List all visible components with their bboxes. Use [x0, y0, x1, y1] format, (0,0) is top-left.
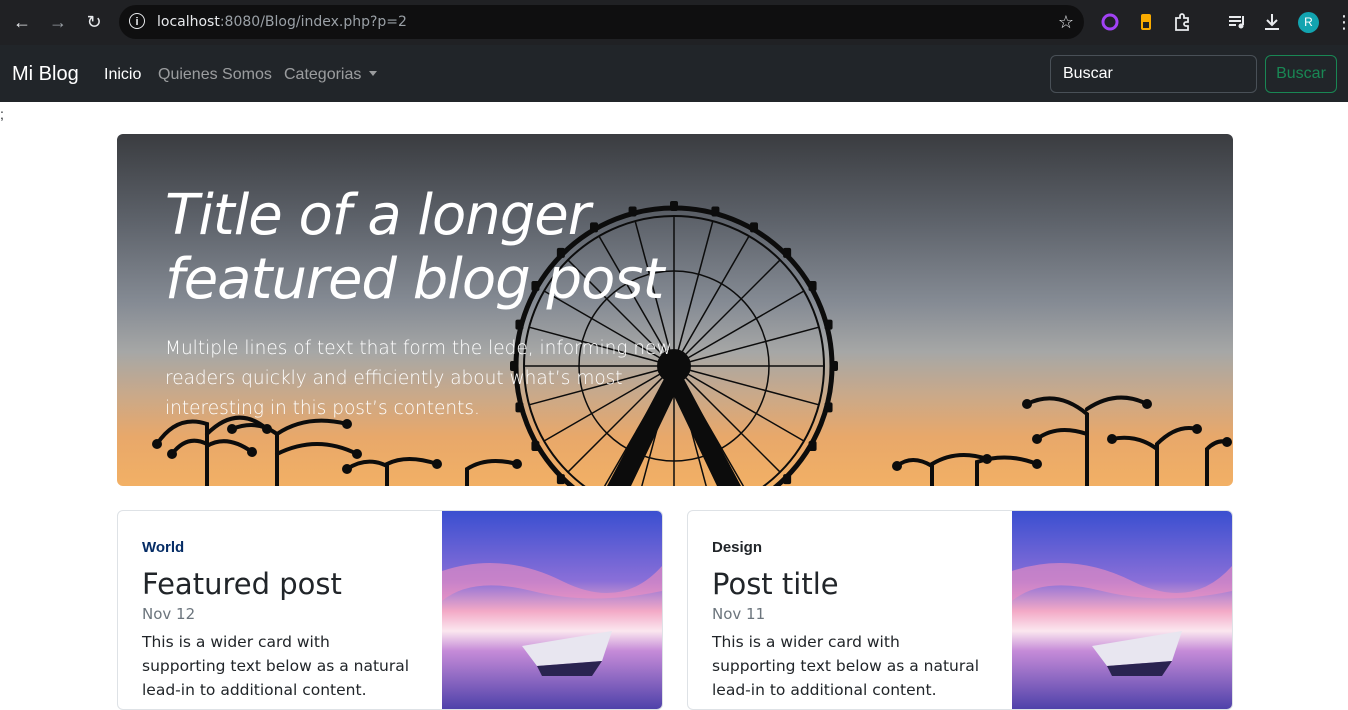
bookmark-star-icon[interactable]: ☆: [1058, 10, 1074, 34]
nav-dropdown-label: Categorias: [284, 66, 362, 83]
address-bar[interactable]: i localhost:8080/Blog/index.php?p=2 ☆: [119, 5, 1084, 39]
url-text[interactable]: localhost:8080/Blog/index.php?p=2: [157, 5, 407, 39]
hero-lede: Multiple lines of text that form the led…: [165, 338, 672, 419]
caret-down-icon: [369, 71, 378, 76]
card-thumbnail-image: [442, 511, 662, 709]
card-text: This is a wider card with supporting tex…: [142, 633, 410, 699]
profile-avatar[interactable]: R: [1298, 12, 1319, 33]
site-navbar: Mi Blog Inicio Quienes Somos Categorias …: [0, 45, 1348, 102]
back-arrow-icon[interactable]: ←: [10, 10, 34, 34]
brand-logo-text[interactable]: Mi Blog: [12, 45, 79, 104]
site-info-icon[interactable]: i: [129, 13, 145, 29]
card-category: World: [142, 539, 185, 556]
forward-arrow-icon[interactable]: →: [46, 10, 70, 34]
nav-link-inicio[interactable]: Inicio: [104, 45, 141, 104]
card-text: This is a wider card with supporting tex…: [712, 633, 980, 699]
featured-hero: Title of a longer featured blog post Mul…: [117, 134, 1233, 486]
nav-dropdown-categorias[interactable]: Categorias: [284, 45, 378, 104]
featured-post-card[interactable]: World Featured post Nov 12 This is a wid…: [117, 510, 663, 710]
media-queue-icon[interactable]: [1226, 11, 1248, 33]
extension-circle-icon[interactable]: [1099, 11, 1121, 33]
post-card[interactable]: Design Post title Nov 11 This is a wider…: [687, 510, 1233, 710]
browser-toolbar: ← → ↻ i localhost:8080/Blog/index.php?p=…: [0, 0, 1348, 45]
search-button[interactable]: Buscar: [1265, 55, 1337, 93]
card-title[interactable]: Post title: [712, 567, 839, 601]
card-category: Design: [712, 539, 763, 556]
stray-text: ;: [0, 106, 4, 122]
extensions-puzzle-icon[interactable]: [1172, 11, 1194, 33]
card-date: Nov 11: [712, 605, 766, 623]
card-date: Nov 12: [142, 605, 196, 623]
search-input[interactable]: [1050, 55, 1257, 93]
nav-link-quienes-somos[interactable]: Quienes Somos: [158, 45, 272, 104]
card-thumbnail-image: [1012, 511, 1232, 709]
hero-title: Title of a longer featured blog post: [165, 183, 664, 312]
download-icon[interactable]: [1261, 11, 1283, 33]
card-title[interactable]: Featured post: [142, 567, 342, 601]
reload-icon[interactable]: ↻: [82, 10, 106, 34]
extension-battery-icon[interactable]: [1135, 11, 1157, 33]
browser-menu-icon[interactable]: ⋮: [1335, 11, 1348, 33]
